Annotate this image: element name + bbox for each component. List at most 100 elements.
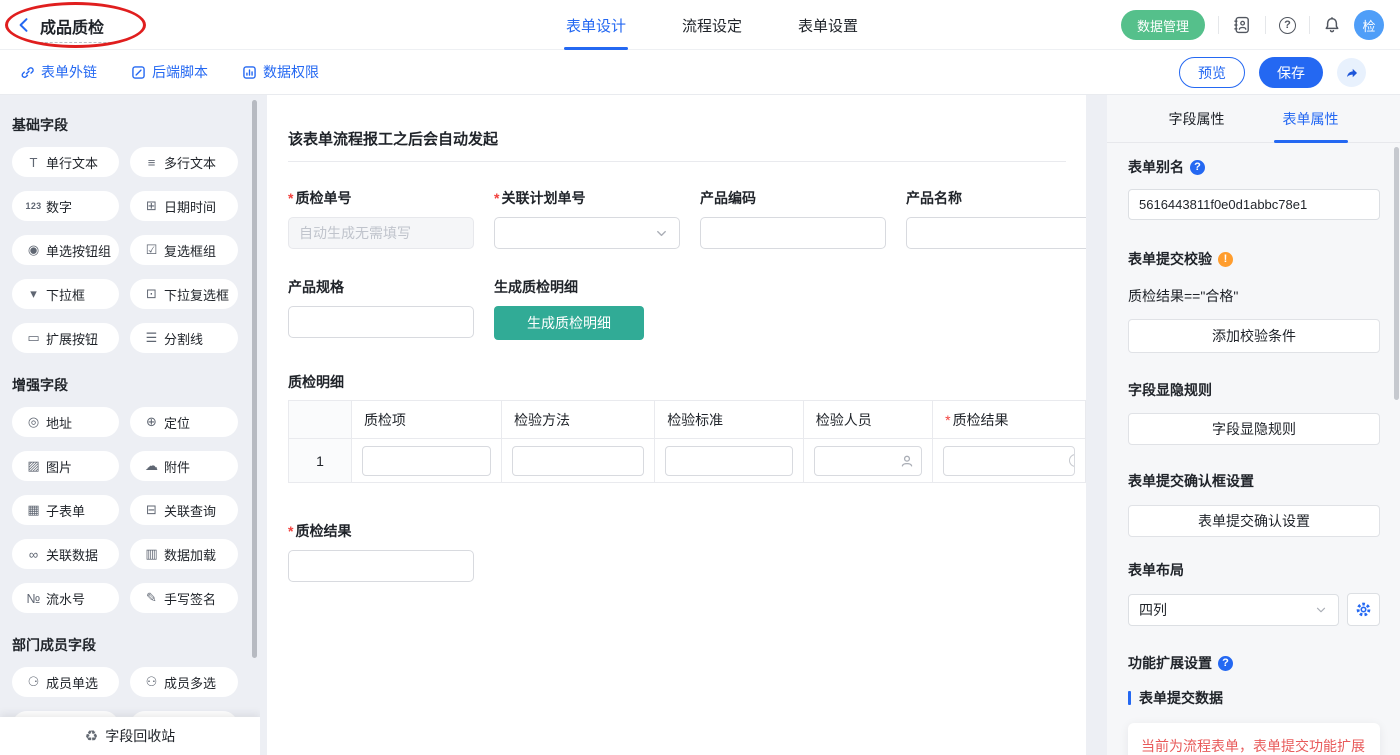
share-arrow-icon [1344, 65, 1359, 80]
field-pill-data-load[interactable]: ▥数据加载 [130, 539, 238, 569]
visibility-rules-button[interactable]: 字段显隐规则 [1128, 413, 1380, 445]
toolbar-link-1[interactable]: 表单外链 [20, 62, 97, 82]
validation-condition[interactable]: 质检结果=="合格" [1128, 286, 1380, 306]
field-pill-subform[interactable]: ▦子表单 [12, 495, 119, 525]
panel-tab-1[interactable]: 字段属性 [1169, 95, 1225, 143]
back-button[interactable] [15, 16, 33, 34]
sidebar-scrollbar[interactable] [252, 100, 257, 658]
field-pill-number[interactable]: 123数字 [12, 191, 119, 221]
table-cell-input[interactable] [943, 446, 1075, 476]
table-column-header: 检验标准 [655, 401, 804, 439]
field-pill-location[interactable]: ⊕定位 [130, 407, 238, 437]
field-pill-label: 数字 [46, 197, 72, 216]
panel-body: 表单别名 ? 5616443811f0e0d1abbc78e1 表单提交校验 !… [1107, 143, 1400, 755]
field-input[interactable] [906, 217, 1086, 249]
field-pill-label: 地址 [46, 413, 72, 432]
field-select[interactable] [494, 217, 680, 249]
field-pill-divider[interactable]: ☰分割线 [130, 323, 238, 353]
sidebar-section-title: 增强字段 [12, 375, 260, 395]
field-recycle-bin[interactable]: ♻ 字段回收站 [0, 717, 260, 755]
layout-select-value: 四列 [1139, 600, 1167, 620]
help-icon[interactable]: ? [1279, 17, 1296, 34]
field-input[interactable] [288, 306, 474, 338]
canvas-field-5[interactable]: 产品规格 [288, 277, 474, 340]
save-button[interactable]: 保存 [1259, 57, 1323, 88]
sidebar-section-title: 部门成员字段 [12, 635, 260, 655]
toolbar-link-2[interactable]: 后端脚本 [131, 62, 208, 82]
field-pill-single-line-text[interactable]: T单行文本 [12, 147, 119, 177]
header-tab-2[interactable]: 流程设定 [682, 0, 742, 50]
notification-bell-icon[interactable] [1323, 16, 1341, 34]
user-avatar[interactable]: 检 [1354, 10, 1384, 40]
field-input[interactable]: 自动生成无需填写 [288, 217, 474, 249]
address-icon: ◎ [24, 414, 43, 430]
field-library-sidebar: 基础字段T单行文本≡多行文本123数字⊞日期时间◉单选按钮组☑复选框组▾下拉框⊡… [0, 95, 260, 755]
field-pill-member-multi[interactable]: ⚇成员多选 [130, 667, 238, 697]
field-label: 产品编码 [700, 188, 886, 208]
toolbar-link-3[interactable]: 数据权限 [242, 62, 319, 82]
layout-settings-button[interactable] [1347, 593, 1380, 626]
contact-book-icon[interactable] [1232, 15, 1252, 35]
canvas-field-4[interactable]: 产品名称 [906, 188, 1086, 249]
chevron-down-icon [654, 226, 669, 241]
field-pill-address[interactable]: ◎地址 [12, 407, 119, 437]
form-designer-page: 成品质检 表单设计流程设定表单设置 数据管理 ? 检 表单外链后端脚本数据权限 … [0, 0, 1400, 755]
table-cell-input[interactable] [512, 446, 644, 476]
table-cell-input[interactable] [814, 446, 922, 476]
header-tab-1[interactable]: 表单设计 [566, 0, 626, 50]
field-pill-signature[interactable]: ✎手写签名 [130, 583, 238, 613]
layout-select[interactable]: 四列 [1128, 594, 1339, 626]
generate-details-button[interactable]: 生成质检明细 [494, 306, 644, 340]
inspection-detail-table: 质检项检验方法检验标准检验人员质检结果 1 [288, 400, 1086, 483]
add-validation-button[interactable]: 添加校验条件 [1128, 319, 1380, 353]
field-pill-label: 扩展按钮 [46, 329, 98, 348]
field-pill-label: 定位 [164, 413, 190, 432]
field-pill-dropdown[interactable]: ▾下拉框 [12, 279, 119, 309]
panel-scrollbar[interactable] [1394, 147, 1399, 400]
signature-icon: ✎ [142, 590, 161, 606]
field-pill-label: 图片 [46, 457, 72, 476]
submit-data-subheader: 表单提交数据 [1128, 688, 1380, 708]
field-pill-image[interactable]: ▨图片 [12, 451, 119, 481]
properties-panel: 字段属性 表单属性 表单别名 ? 5616443811f0e0d1abbc78e1… [1107, 95, 1400, 755]
help-badge-icon[interactable]: ? [1218, 656, 1233, 671]
field-pill-multi-line-text[interactable]: ≡多行文本 [130, 147, 238, 177]
data-manage-button[interactable]: 数据管理 [1121, 10, 1205, 40]
field-pill-extend-button[interactable]: ▭扩展按钮 [12, 323, 119, 353]
warning-badge-icon[interactable]: ! [1218, 252, 1233, 267]
header-tab-3[interactable]: 表单设置 [798, 0, 858, 50]
table-cell-input[interactable] [665, 446, 793, 476]
field-pill-serial-number[interactable]: №流水号 [12, 583, 119, 613]
canvas-field-3[interactable]: 产品编码 [700, 188, 886, 249]
field-pill-dropdown-multi[interactable]: ⊡下拉复选框 [130, 279, 238, 309]
field-pill-radio-group[interactable]: ◉单选按钮组 [12, 235, 119, 265]
sidebar-section-grid: T单行文本 ≡多行文本 123数字 ⊞日期时间 ◉单选按钮组 ☑复选框组 ▾下拉框 ⊡下拉复选… [12, 147, 260, 353]
result-field[interactable]: 质检结果 [288, 521, 474, 582]
field-pill-checkbox-group[interactable]: ☑复选框组 [130, 235, 238, 265]
flow-form-warning: 当前为流程表单，表单提交功能扩展的配置，请前往流程发起节点属性 [1128, 723, 1380, 755]
share-button[interactable] [1337, 58, 1366, 87]
field-input[interactable] [700, 217, 886, 249]
submit-confirm-header: 表单提交确认框设置 [1128, 471, 1380, 491]
field-pill-attachment[interactable]: ☁附件 [130, 451, 238, 481]
form-alias-input[interactable]: 5616443811f0e0d1abbc78e1 [1128, 189, 1380, 220]
canvas-field-2[interactable]: 关联计划单号 [494, 188, 680, 249]
field-pill-link-query[interactable]: ⊟关联查询 [130, 495, 238, 525]
gear-icon [1355, 601, 1372, 618]
field-pill-link-data[interactable]: ∞关联数据 [12, 539, 119, 569]
panel-tab-2[interactable]: 表单属性 [1283, 95, 1339, 143]
field-pill-member-single[interactable]: ⚆成员单选 [12, 667, 119, 697]
table-cell [351, 439, 501, 483]
table-cell-input[interactable] [362, 446, 491, 476]
help-badge-icon[interactable]: ? [1190, 160, 1205, 175]
field-pill-datetime[interactable]: ⊞日期时间 [130, 191, 238, 221]
preview-button[interactable]: 预览 [1179, 57, 1245, 88]
field-pill-label: 下拉复选框 [164, 285, 229, 304]
page-title[interactable]: 成品质检 [40, 14, 104, 38]
field-pill-label: 附件 [164, 457, 190, 476]
back-chevron-icon [15, 16, 33, 34]
canvas-field-1[interactable]: 质检单号自动生成无需填写 [288, 188, 474, 249]
canvas-field-6[interactable]: 生成质检明细生成质检明细 [494, 277, 680, 340]
result-input[interactable] [288, 550, 474, 582]
submit-confirm-button[interactable]: 表单提交确认设置 [1128, 505, 1380, 537]
